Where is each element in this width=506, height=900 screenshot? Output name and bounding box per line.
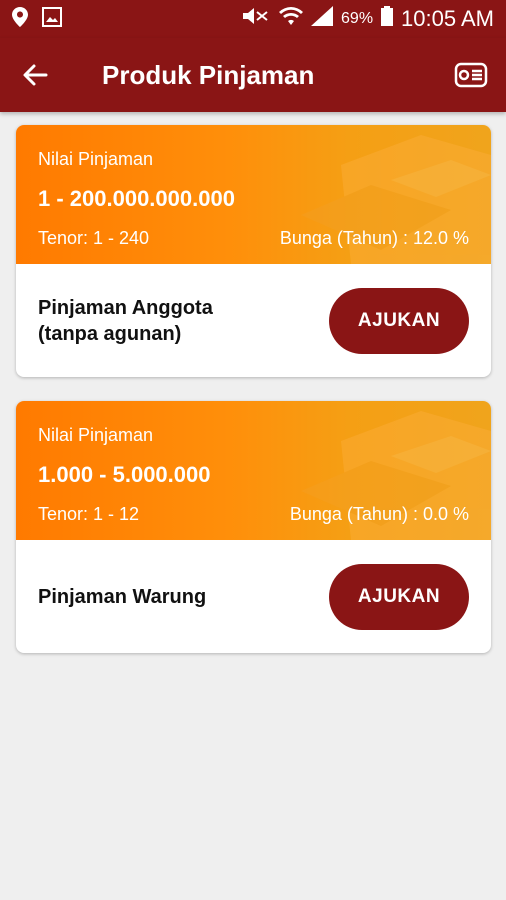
tenor-text: Tenor: 1 - 240 (38, 228, 150, 248)
wifi-icon (279, 6, 304, 32)
product-banner: Nilai Pinjaman 1.000 - 5.000.000 Tenor: … (16, 401, 491, 540)
tenor-text: Tenor: 1 - 12 (38, 504, 140, 524)
battery-icon (381, 6, 394, 32)
product-name-line2: (tanpa agunan) (38, 322, 182, 345)
mute-icon (241, 6, 271, 32)
app-bar: Produk Pinjaman (0, 38, 506, 112)
loan-amount: 1.000 - 5.000.000 (38, 462, 211, 487)
battery-percent: 69% (341, 10, 374, 27)
product-name: Pinjaman Warung (38, 585, 207, 608)
signal-icon (311, 6, 334, 32)
image-icon (42, 6, 62, 32)
loan-amount: 1 - 200.000.000.000 (38, 186, 235, 211)
arrow-left-icon (23, 64, 48, 86)
loan-value-label: Nilai Pinjaman (38, 425, 154, 445)
loan-value-label: Nilai Pinjaman (38, 149, 154, 169)
back-button[interactable] (0, 38, 70, 112)
product-card: Nilai Pinjaman 1 - 200.000.000.000 Tenor… (16, 125, 491, 377)
clock: 10:05 AM (401, 6, 494, 31)
interest-text: Bunga (Tahun) : 12.0 % (279, 228, 469, 248)
coupon-list-icon (454, 62, 488, 88)
status-bar: 69% 10:05 AM (0, 0, 506, 38)
apply-button[interactable]: AJUKAN (329, 287, 469, 354)
product-card: Nilai Pinjaman 1.000 - 5.000.000 Tenor: … (16, 401, 491, 653)
product-banner: Nilai Pinjaman 1 - 200.000.000.000 Tenor… (16, 125, 491, 264)
product-name: Pinjaman Anggota (tanpa agunan) (38, 295, 278, 347)
coupon-list-button[interactable] (452, 56, 490, 94)
page-title: Produk Pinjaman (102, 59, 315, 90)
apply-button[interactable]: AJUKAN (329, 563, 469, 630)
product-name-line1: Pinjaman Anggota (38, 296, 213, 319)
location-icon (12, 6, 28, 32)
interest-text: Bunga (Tahun) : 0.0 % (289, 504, 469, 524)
